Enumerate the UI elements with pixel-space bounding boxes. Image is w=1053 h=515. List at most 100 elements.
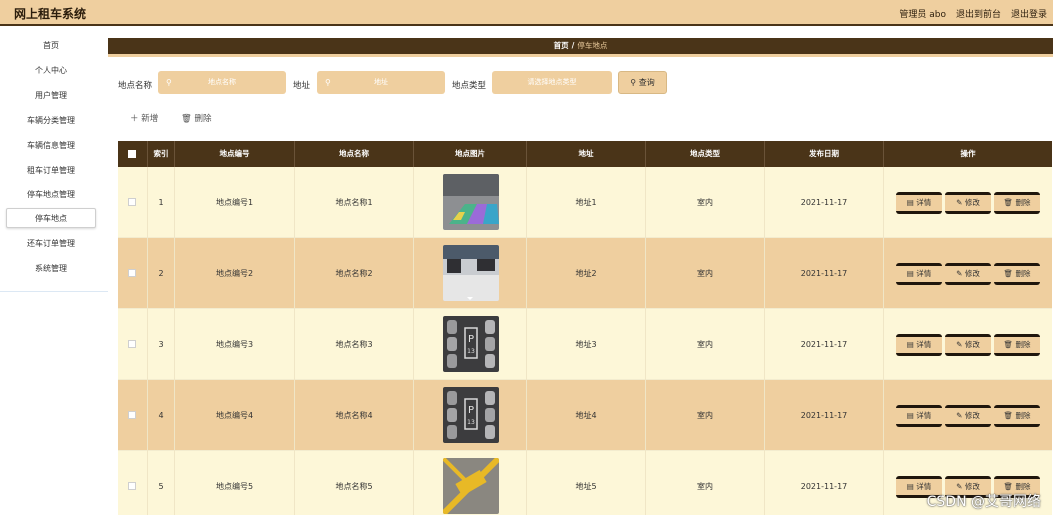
row-checkbox[interactable] [128, 198, 136, 206]
col-image: 地点图片 [414, 141, 527, 167]
delete-button[interactable]: 🗑 删除 [994, 192, 1040, 214]
sidebar-item-user-management[interactable]: 用户管理 [6, 86, 96, 106]
sidebar-item-vehicle-info[interactable]: 车辆信息管理 [6, 136, 96, 156]
app-title: 网上租车系统 [14, 7, 87, 21]
detail-button[interactable]: ▤ 详情 [896, 192, 942, 214]
row-checkbox[interactable] [128, 482, 136, 490]
trash-icon: 🗑 [181, 114, 192, 124]
add-button[interactable]: ＋ 新增 [130, 112, 158, 124]
exit-to-frontend-link[interactable]: 退出到前台 [956, 7, 1001, 20]
row-checkbox[interactable] [128, 340, 136, 348]
delete-button-label: 删除 [1015, 269, 1031, 278]
select-all-checkbox[interactable] [128, 150, 136, 158]
sidebar: 首页 个人中心 用户管理 车辆分类管理 车辆信息管理 租车订单管理 停车地点管理… [0, 28, 108, 292]
cell-index: 4 [148, 380, 175, 451]
cell-address: 地址2 [527, 238, 646, 309]
trash-icon: 🗑 [1003, 340, 1016, 349]
cell-index: 2 [148, 238, 175, 309]
delete-button[interactable]: 🗑 删除 [994, 405, 1040, 427]
detail-button-label: 详情 [916, 340, 932, 349]
row-select-cell [118, 238, 148, 309]
sidebar-item-vehicle-category[interactable]: 车辆分类管理 [6, 111, 96, 131]
query-button[interactable]: ⚲ 查询 [618, 71, 667, 94]
pencil-icon: ✎ [956, 269, 965, 278]
edit-button[interactable]: ✎ 修改 [945, 263, 991, 285]
detail-button-label: 详情 [916, 269, 932, 278]
location-type-select[interactable]: 请选择地点类型 [492, 71, 612, 94]
cell-address: 地址3 [527, 309, 646, 380]
cell-address: 地址4 [527, 380, 646, 451]
row-checkbox[interactable] [128, 411, 136, 419]
cell-address: 地址1 [527, 167, 646, 238]
row-select-cell [118, 167, 148, 238]
detail-button-label: 详情 [916, 482, 932, 491]
location-name-label: 地点名称 [118, 81, 153, 91]
cell-type: 室内 [646, 380, 765, 451]
col-index: 索引 [148, 141, 175, 167]
table-row: 3 地点编号3 地点名称3 P 13 地址3 室内 2021-11-17 ▤ 详情 ✎ 修改 🗑 删… [118, 309, 1052, 380]
cell-index: 1 [148, 167, 175, 238]
row-actions-cell: ▤ 详情 ✎ 修改 🗑 删除 [884, 380, 1052, 451]
location-type-label: 地点类型 [452, 81, 487, 91]
logout-link[interactable]: 退出登录 [1011, 7, 1047, 20]
document-icon: ▤ [906, 482, 917, 491]
sidebar-item-return-orders[interactable]: 还车订单管理 [6, 234, 96, 254]
add-button-label: 新增 [141, 114, 159, 124]
row-checkbox[interactable] [128, 269, 136, 277]
batch-delete-button[interactable]: 🗑 删除 [181, 112, 212, 124]
location-image [442, 245, 499, 301]
location-name-placeholder: 地点名称 [208, 78, 236, 86]
address-label: 地址 [293, 81, 311, 91]
detail-button[interactable]: ▤ 详情 [896, 405, 942, 427]
breadcrumb-current: 停车地点 [577, 41, 608, 50]
cell-date: 2021-11-17 [765, 238, 884, 309]
row-actions-cell: ▤ 详情 ✎ 修改 🗑 删除 [884, 309, 1052, 380]
document-icon: ▤ [906, 198, 917, 207]
delete-button-label: 删除 [1015, 482, 1031, 491]
admin-user-link[interactable]: 管理员 abo [899, 7, 946, 20]
cell-index: 5 [148, 451, 175, 515]
trash-icon: 🗑 [1003, 198, 1016, 207]
table-row: 1 地点编号1 地点名称1 地址1 室内 2021-11-17 ▤ 详情 ✎ 修改 🗑 删除 [118, 167, 1052, 238]
edit-button-label: 修改 [964, 340, 980, 349]
cell-index: 3 [148, 309, 175, 380]
search-icon: ⚲ [325, 78, 331, 87]
edit-button[interactable]: ✎ 修改 [945, 405, 991, 427]
detail-button[interactable]: ▤ 详情 [896, 263, 942, 285]
sidebar-item-parking-management[interactable]: 停车地点管理 [6, 185, 96, 205]
svg-text:13: 13 [467, 419, 475, 426]
sidebar-item-system-management[interactable]: 系统管理 [6, 259, 96, 279]
delete-button[interactable]: 🗑 删除 [994, 263, 1040, 285]
sidebar-item-parking-location[interactable]: 停车地点 [6, 208, 96, 228]
delete-button[interactable]: 🗑 删除 [994, 334, 1040, 356]
edit-button[interactable]: ✎ 修改 [945, 192, 991, 214]
address-placeholder: 地址 [374, 78, 388, 86]
sidebar-item-rental-orders[interactable]: 租车订单管理 [6, 161, 96, 181]
location-image-cell [414, 451, 527, 515]
breadcrumb-home[interactable]: 首页 [554, 41, 569, 50]
top-bar: 网上租车系统 管理员 abo 退出到前台 退出登录 [0, 0, 1053, 26]
search-icon: ⚲ [166, 78, 172, 87]
edit-button-label: 修改 [964, 482, 980, 491]
document-icon: ▤ [906, 269, 917, 278]
pencil-icon: ✎ [956, 198, 965, 207]
cell-name: 地点名称3 [295, 309, 414, 380]
address-input[interactable]: ⚲ 地址 [317, 71, 445, 94]
cell-name: 地点名称1 [295, 167, 414, 238]
document-icon: ▤ [906, 411, 917, 420]
location-name-input[interactable]: ⚲ 地点名称 [158, 71, 286, 94]
cell-date: 2021-11-17 [765, 167, 884, 238]
detail-button[interactable]: ▤ 详情 [896, 334, 942, 356]
sidebar-item-home[interactable]: 首页 [6, 36, 96, 56]
table-row: 4 地点编号4 地点名称4 P 13 地址4 室内 2021-11-17 ▤ 详情 ✎ 修改 🗑 删… [118, 380, 1052, 451]
query-button-label: 查询 [638, 78, 655, 87]
row-actions-cell: ▤ 详情 ✎ 修改 🗑 删除 [884, 238, 1052, 309]
location-image [442, 458, 499, 514]
cell-type: 室内 [646, 451, 765, 515]
cell-name: 地点名称5 [295, 451, 414, 515]
edit-button[interactable]: ✎ 修改 [945, 334, 991, 356]
sidebar-item-personal-center[interactable]: 个人中心 [6, 61, 96, 81]
trash-icon: 🗑 [1003, 411, 1016, 420]
search-icon: ⚲ [630, 78, 637, 87]
select-all-cell [118, 141, 148, 167]
